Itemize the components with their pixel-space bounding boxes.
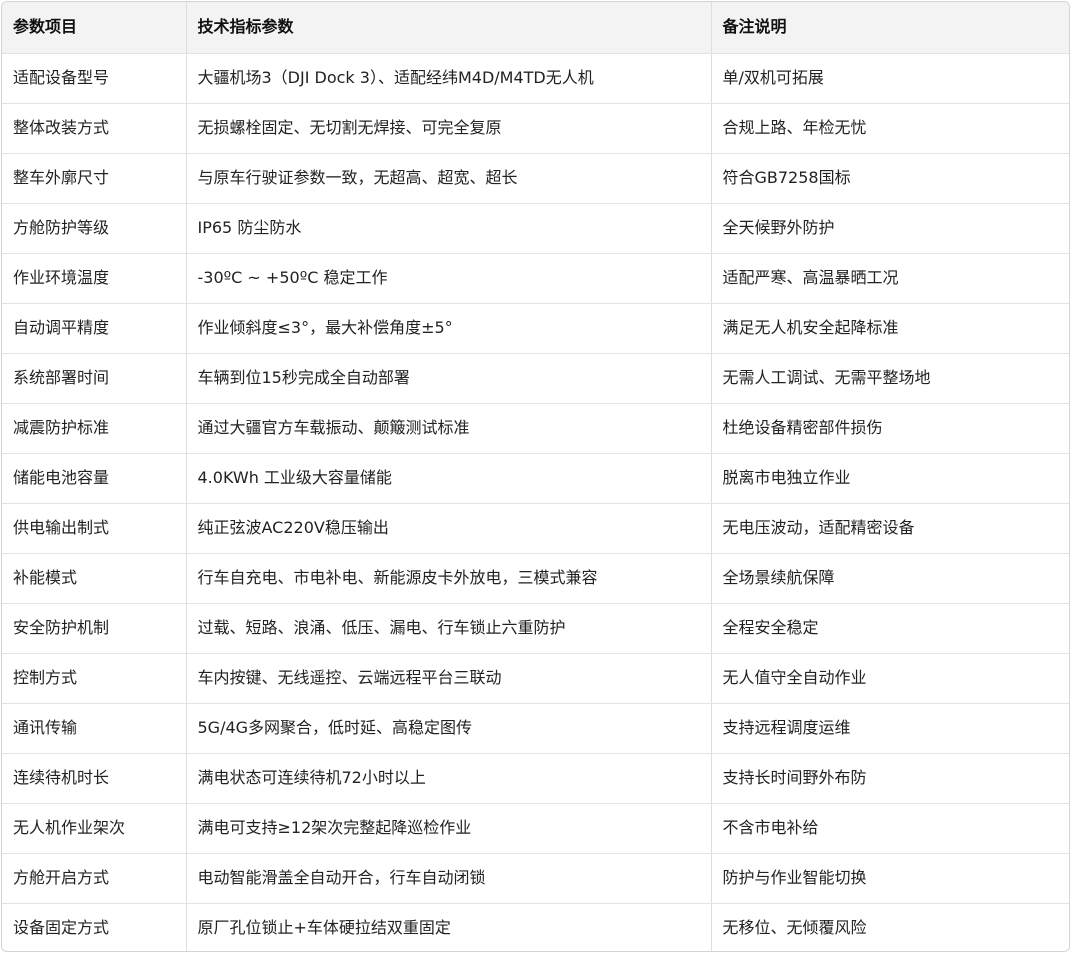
table-row: 减震防护标准 通过大疆官方车载振动、颠簸测试标准 杜绝设备精密部件损伤 [2,403,1069,454]
table-row: 补能模式 行车自充电、市电补电、新能源皮卡外放电，三模式兼容 全场景续航保障 [2,553,1069,604]
header-remarks: 备注说明 [711,2,1069,54]
cell-parameter-item: 整体改装方式 [2,103,187,154]
cell-remarks: 全场景续航保障 [711,553,1069,604]
cell-technical-spec: 原厂孔位锁止+车体硬拉结双重固定 [186,903,712,951]
header-parameter-item: 参数项目 [2,2,187,54]
cell-technical-spec: 无损螺栓固定、无切割无焊接、可完全复原 [186,103,712,154]
cell-parameter-item: 储能电池容量 [2,453,187,504]
cell-remarks: 全天候野外防护 [711,203,1069,254]
cell-remarks: 符合GB7258国标 [711,153,1069,204]
cell-technical-spec: 满电状态可连续待机72小时以上 [186,753,712,804]
cell-remarks: 无人值守全自动作业 [711,653,1069,704]
cell-parameter-item: 适配设备型号 [2,53,187,104]
cell-remarks: 适配严寒、高温暴晒工况 [711,253,1069,304]
cell-parameter-item: 补能模式 [2,553,187,604]
table-row: 控制方式 车内按键、无线遥控、云端远程平台三联动 无人值守全自动作业 [2,653,1069,704]
cell-parameter-item: 减震防护标准 [2,403,187,454]
cell-technical-spec: 4.0KWh 工业级大容量储能 [186,453,712,504]
cell-remarks: 防护与作业智能切换 [711,853,1069,904]
cell-technical-spec: 纯正弦波AC220V稳压输出 [186,503,712,554]
spec-table-container: 参数项目 技术指标参数 备注说明 适配设备型号 大疆机场3（DJI Dock 3）… [1,1,1070,952]
cell-remarks: 无电压波动，适配精密设备 [711,503,1069,554]
table-row: 通讯传输 5G/4G多网聚合，低时延、高稳定图传 支持远程调度运维 [2,703,1069,754]
table-row: 作业环境温度 -30ºC ~ +50ºC 稳定工作 适配严寒、高温暴晒工况 [2,253,1069,304]
cell-parameter-item: 连续待机时长 [2,753,187,804]
cell-parameter-item: 作业环境温度 [2,253,187,304]
cell-parameter-item: 无人机作业架次 [2,803,187,854]
table-row: 整车外廓尺寸 与原车行驶证参数一致，无超高、超宽、超长 符合GB7258国标 [2,153,1069,204]
table-row: 安全防护机制 过载、短路、浪涌、低压、漏电、行车锁止六重防护 全程安全稳定 [2,603,1069,654]
cell-technical-spec: 车内按键、无线遥控、云端远程平台三联动 [186,653,712,704]
cell-remarks: 杜绝设备精密部件损伤 [711,403,1069,454]
table-row: 方舱开启方式 电动智能滑盖全自动开合，行车自动闭锁 防护与作业智能切换 [2,853,1069,904]
header-technical-spec: 技术指标参数 [186,2,712,54]
table-row: 储能电池容量 4.0KWh 工业级大容量储能 脱离市电独立作业 [2,453,1069,504]
cell-technical-spec: IP65 防尘防水 [186,203,712,254]
cell-technical-spec: -30ºC ~ +50ºC 稳定工作 [186,253,712,304]
cell-remarks: 单/双机可拓展 [711,53,1069,104]
cell-parameter-item: 设备固定方式 [2,903,187,951]
table-row: 无人机作业架次 满电可支持≥12架次完整起降巡检作业 不含市电补给 [2,803,1069,854]
cell-technical-spec: 5G/4G多网聚合，低时延、高稳定图传 [186,703,712,754]
table-row: 适配设备型号 大疆机场3（DJI Dock 3）、适配经纬M4D/M4TD无人机单… [2,53,1069,104]
table-row: 设备固定方式 原厂孔位锁止+车体硬拉结双重固定 无移位、无倾覆风险 [2,903,1069,951]
cell-remarks: 支持长时间野外布防 [711,753,1069,804]
cell-parameter-item: 系统部署时间 [2,353,187,404]
cell-technical-spec: 大疆机场3（DJI Dock 3）、适配经纬M4D/M4TD无人机 [186,53,712,104]
cell-technical-spec: 与原车行驶证参数一致，无超高、超宽、超长 [186,153,712,204]
cell-remarks: 无移位、无倾覆风险 [722,918,867,938]
cell-technical-spec: 作业倾斜度≤3°，最大补偿角度±5° [186,303,712,354]
cell-parameter-item: 整车外廓尺寸 [2,153,187,204]
cell-parameter-item: 通讯传输 [2,703,187,754]
table-header-row: 参数项目 技术指标参数 备注说明 [2,2,1069,54]
cell-remarks: 不含市电补给 [711,803,1069,854]
cell-parameter-item: 供电输出制式 [2,503,187,554]
cell-parameter-item: 控制方式 [2,653,187,704]
cell-parameter-item: 方舱防护等级 [2,203,187,254]
cell-technical-spec: 车辆到位15秒完成全自动部署 [186,353,712,404]
cell-remarks: 合规上路、年检无忧 [711,103,1069,154]
table-row: 供电输出制式 纯正弦波AC220V稳压输出 无电压波动，适配精密设备 [2,503,1069,554]
cell-technical-spec: 电动智能滑盖全自动开合，行车自动闭锁 [186,853,712,904]
cell-technical-spec: 行车自充电、市电补电、新能源皮卡外放电，三模式兼容 [186,553,712,604]
cell-parameter-item: 安全防护机制 [2,603,187,654]
cell-technical-spec: 通过大疆官方车载振动、颠簸测试标准 [186,403,712,454]
cell-parameter-item: 方舱开启方式 [2,853,187,904]
cell-remarks: 全程安全稳定 [711,603,1069,654]
cell-remarks: 支持远程调度运维 [711,703,1069,754]
cell-parameter-item: 自动调平精度 [2,303,187,354]
cell-technical-spec: 满电可支持≥12架次完整起降巡检作业 [186,803,712,854]
table-row: 自动调平精度 作业倾斜度≤3°，最大补偿角度±5° 满足无人机安全起降标准 [2,303,1069,354]
table-row: 整体改装方式 无损螺栓固定、无切割无焊接、可完全复原 合规上路、年检无忧 [2,103,1069,154]
table-row: 系统部署时间 车辆到位15秒完成全自动部署 无需人工调试、无需平整场地 [2,353,1069,404]
cell-remarks: 无需人工调试、无需平整场地 [711,353,1069,404]
table-row: 连续待机时长 满电状态可连续待机72小时以上 支持长时间野外布防 [2,753,1069,804]
cell-remarks: 脱离市电独立作业 [711,453,1069,504]
cell-remarks: 满足无人机安全起降标准 [711,303,1069,354]
spec-table: 参数项目 技术指标参数 备注说明 适配设备型号 大疆机场3（DJI Dock 3）… [2,2,1069,951]
cell-technical-spec: 过载、短路、浪涌、低压、漏电、行车锁止六重防护 [186,603,712,654]
table-row: 方舱防护等级 IP65 防尘防水 全天候野外防护 [2,203,1069,254]
